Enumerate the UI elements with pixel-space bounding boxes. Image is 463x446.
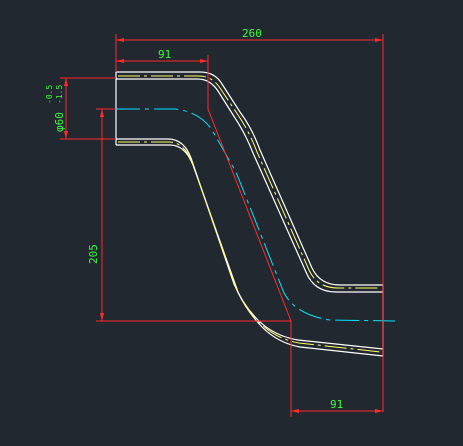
dim-top-straight-text: 91 — [158, 48, 171, 61]
wall-line-top — [118, 75, 381, 289]
dim-tol-upper-text: -0.5 — [45, 85, 54, 104]
dim-diameter-text: φ60 — [53, 112, 66, 132]
pipe-outer-bottom-edge — [116, 144, 384, 357]
arrow-91-bottom-right — [375, 409, 383, 413]
cad-drawing-canvas[interactable]: 260 91 91 205 φ60 -0.5 -1.5 — [0, 0, 463, 441]
arrow-91-top-right — [200, 59, 208, 63]
arrow-260-left — [116, 38, 124, 42]
arrow-dia-top — [64, 78, 68, 86]
pipe-outer-top-edge — [116, 71, 383, 286]
pipe-centerline — [116, 108, 396, 322]
dim-overall-length-text: 260 — [242, 27, 262, 40]
pipe-bend-drawing[interactable]: 260 91 91 205 φ60 -0.5 -1.5 — [0, 0, 463, 441]
pipe-outer-bottom-edge-inner — [116, 138, 384, 350]
dim-offset-height-text: 205 — [87, 244, 100, 264]
dimension-lines — [60, 34, 384, 417]
dimension-text: 260 91 91 205 φ60 -0.5 -1.5 — [45, 27, 343, 411]
arrow-260-right — [375, 38, 383, 42]
arrow-205-bottom — [100, 313, 104, 321]
dim-tol-lower-text: -1.5 — [55, 85, 64, 104]
dimension-arrows — [64, 38, 383, 413]
dim-bottom-straight-text: 91 — [330, 398, 343, 411]
arrow-91-top-left — [116, 59, 124, 63]
arrow-205-top — [100, 109, 104, 117]
pipe-outer-top-edge-inner — [116, 78, 383, 293]
centerline-path — [116, 108, 396, 322]
construction-tangent-top — [207, 108, 292, 322]
arrow-91-bottom-left — [291, 409, 299, 413]
